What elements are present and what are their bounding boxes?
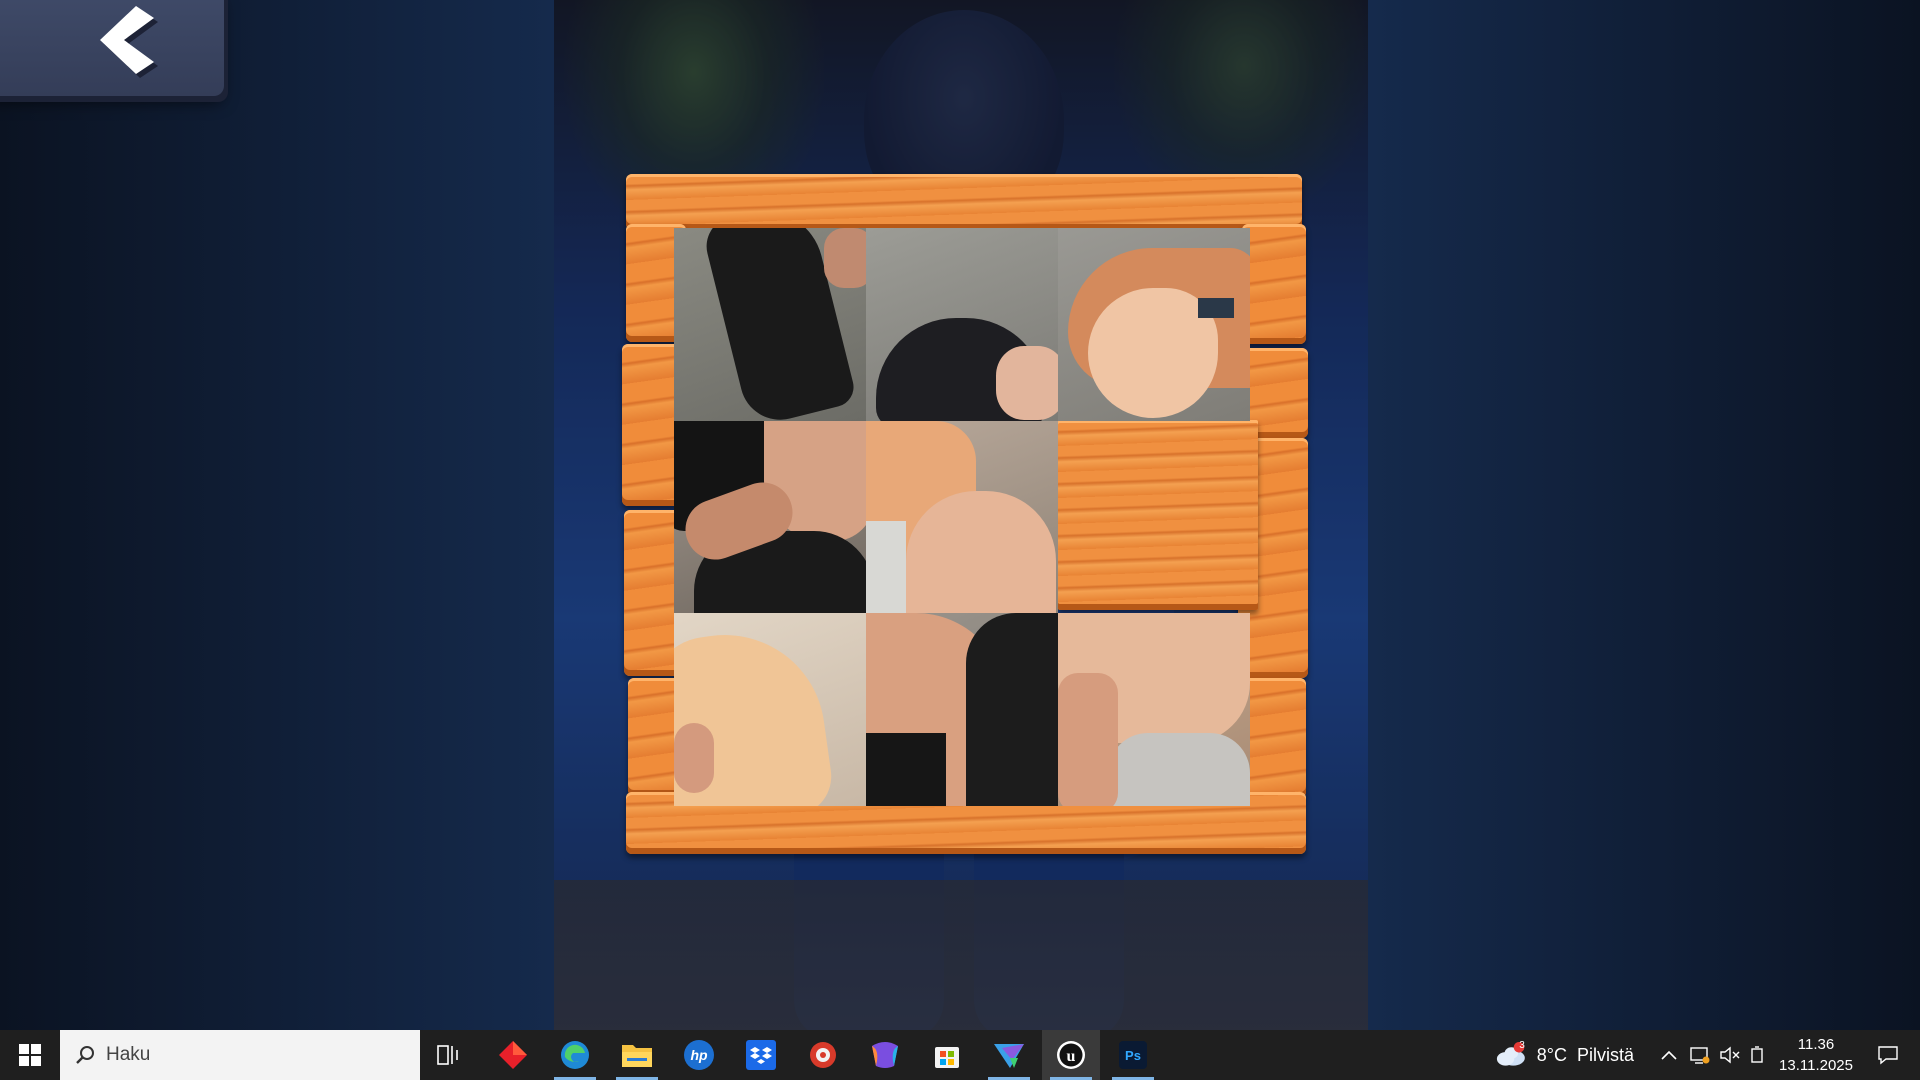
taskbar-search-box[interactable]: Haku (60, 1030, 420, 1080)
taskbar-app-red-diamond[interactable] (484, 1030, 542, 1080)
puzzle-tile-r0-c2[interactable] (1058, 228, 1250, 421)
device-icon (1751, 1046, 1763, 1063)
volume-button[interactable] (1716, 1030, 1744, 1080)
volume-muted-icon (1720, 1046, 1740, 1064)
start-button[interactable] (0, 1030, 60, 1080)
unreal-engine-icon: u (1057, 1041, 1085, 1069)
taskbar-app-store[interactable] (918, 1030, 976, 1080)
weather-text: 8°C Pilvistä (1536, 1044, 1634, 1065)
taskbar-app-dropbox[interactable] (732, 1030, 790, 1080)
m365-copilot-icon (872, 1042, 898, 1068)
dropbox-icon (746, 1040, 776, 1070)
notification-icon (1878, 1046, 1898, 1065)
taskbar-app-photoshop[interactable]: Ps (1104, 1030, 1162, 1080)
red-diamond-app-icon (499, 1041, 527, 1069)
clock-date: 13.11.2025 (1779, 1057, 1853, 1074)
svg-text:u: u (1067, 1048, 1076, 1065)
hp-app-icon: hp (684, 1040, 714, 1070)
windows-logo-icon (19, 1044, 41, 1066)
puzzle-tile-r2-c1[interactable] (866, 613, 1058, 806)
svg-text:hp: hp (690, 1047, 708, 1063)
taskbar-app-red-circle[interactable] (794, 1030, 852, 1080)
frame-plank-right-4 (1242, 678, 1306, 798)
search-placeholder: Haku (106, 1044, 151, 1065)
weather-widget[interactable]: 3 8°C Pilvistä (1494, 1030, 1634, 1080)
red-circle-app-icon (810, 1042, 836, 1068)
vector-app-icon (994, 1044, 1024, 1068)
edge-browser-icon (561, 1041, 589, 1069)
background-left-panel (0, 0, 554, 1030)
clock-time: 11.36 (1797, 1036, 1835, 1053)
taskbar-app-edge[interactable] (546, 1030, 604, 1080)
file-explorer-icon (622, 1045, 652, 1067)
system-clock[interactable]: 11.36 13.11.2025 (1766, 1034, 1866, 1076)
task-view-button[interactable] (420, 1030, 478, 1080)
windows-taskbar: Haku hp u Ps 3 8°C Pilvistä 11.36 13.11.… (0, 1030, 1920, 1080)
svg-text:Ps: Ps (1125, 1048, 1141, 1063)
network-icon (1690, 1047, 1710, 1064)
puzzle-tile-r0-c1[interactable] (866, 228, 1058, 421)
taskbar-app-hp[interactable]: hp (670, 1030, 728, 1080)
frame-plank-top (626, 174, 1302, 230)
taskbar-app-vector[interactable] (980, 1030, 1038, 1080)
microsoft-store-icon (935, 1047, 959, 1068)
puzzle-tile-r0-c0[interactable] (674, 228, 866, 421)
weather-badge: 3 (1519, 1040, 1525, 1051)
chevron-up-icon (1661, 1050, 1677, 1060)
back-button[interactable] (0, 0, 224, 96)
device-button[interactable] (1746, 1030, 1768, 1080)
taskbar-app-m365[interactable] (856, 1030, 914, 1080)
photoshop-icon: Ps (1119, 1041, 1147, 1069)
puzzle-empty-slot[interactable] (1058, 421, 1250, 614)
show-hidden-icons-button[interactable] (1656, 1030, 1682, 1080)
task-view-icon (437, 1045, 458, 1065)
notification-center-button[interactable] (1864, 1030, 1912, 1080)
taskbar-app-file-explorer[interactable] (608, 1030, 666, 1080)
background-right-panel (1368, 0, 1920, 1030)
network-button[interactable] (1686, 1030, 1714, 1080)
back-arrow-icon (100, 6, 158, 78)
puzzle-tile-r2-c0[interactable] (674, 613, 866, 806)
game-viewport (0, 0, 1920, 1030)
puzzle-tile-r1-c1[interactable] (866, 420, 1058, 614)
puzzle-tile-r1-c0[interactable] (674, 420, 866, 614)
frame-plank-right-1 (1242, 224, 1306, 344)
puzzle-tile-r2-c2[interactable] (1058, 613, 1250, 806)
taskbar-app-unreal[interactable]: u (1042, 1030, 1100, 1080)
puzzle-grid (674, 228, 1250, 806)
search-icon (76, 1046, 94, 1064)
